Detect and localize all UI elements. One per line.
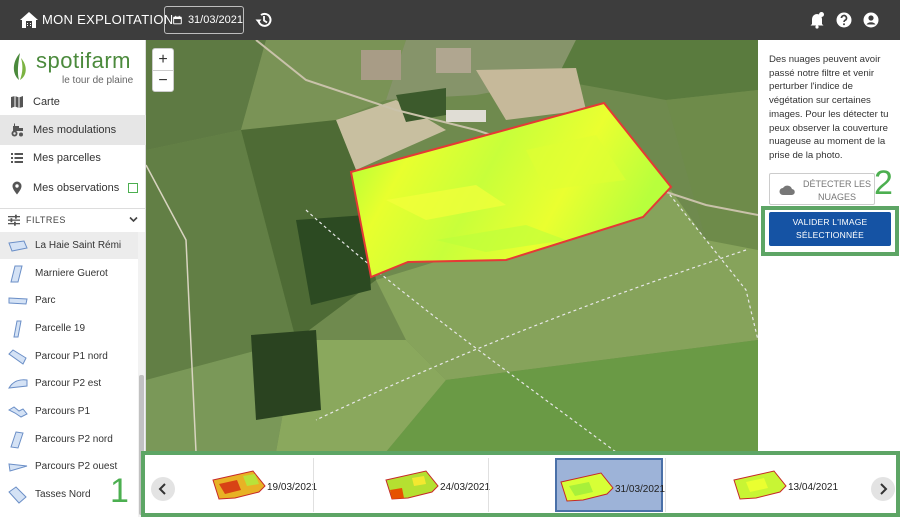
nav-label: Mes parcelles: [33, 152, 101, 164]
nav-item-carte[interactable]: Carte: [0, 87, 146, 117]
annotation-marker-2: 2: [874, 164, 893, 202]
sidebar: spotifarm le tour de plaine Carte Mes mo…: [0, 40, 146, 517]
detect-clouds-label: DÉTECTER LES NUAGES: [800, 178, 874, 204]
detect-clouds-button[interactable]: DÉTECTER LES NUAGES: [769, 173, 875, 205]
annotation-marker-1: 1: [110, 472, 129, 510]
parcel-name: La Haie Saint Rémi: [35, 240, 122, 251]
top-bar: MON EXPLOITATION 31/03/2021: [0, 0, 900, 40]
parcel-name: Parcours P2 nord: [35, 434, 113, 445]
filters-label: FILTRES: [26, 214, 66, 225]
satellite-imagery: [146, 40, 758, 452]
map-zoom-control: + −: [152, 48, 174, 92]
timeline-thumbnail[interactable]: 13/04/2021: [730, 458, 838, 512]
zoom-out-button[interactable]: −: [153, 70, 173, 91]
farm-title[interactable]: MON EXPLOITATION: [42, 12, 173, 27]
farm-home-icon[interactable]: [18, 9, 40, 31]
detect-clouds-line-2: NUAGES: [817, 192, 856, 202]
parcel-shape-icon: [8, 348, 27, 365]
parcel-name: Parcour P1 nord: [35, 351, 108, 362]
observations-checkbox[interactable]: [128, 183, 138, 193]
tractor-icon: [11, 123, 23, 137]
leaf-icon: [13, 53, 26, 80]
detect-clouds-line-1: DÉTECTER LES: [802, 179, 871, 189]
parcel-shape-icon: [10, 430, 24, 449]
parcel-name: Parcour P2 est: [35, 378, 102, 389]
thumbnail-separator: [665, 458, 666, 512]
thumbnail-separator: [313, 458, 314, 512]
validate-line-2: SÉLECTIONNÉE: [795, 230, 865, 240]
logo-tagline: le tour de plaine: [62, 75, 134, 86]
account-icon[interactable]: [862, 11, 880, 29]
filters-header[interactable]: FILTRES: [0, 208, 146, 230]
map-icon: [11, 96, 23, 108]
timeline-thumbnail[interactable]: 24/03/2021: [382, 458, 490, 512]
thumbnail-date: 13/04/2021: [788, 482, 839, 493]
field-thumbnail-image: [385, 470, 439, 500]
parcel-shape-icon: [13, 320, 22, 337]
chevron-right-icon: [880, 483, 888, 495]
zoom-in-button[interactable]: +: [153, 49, 173, 70]
timeline-thumbnail[interactable]: 19/03/2021: [209, 458, 317, 512]
nav-item-mes-parcelles[interactable]: Mes parcelles: [0, 143, 146, 173]
notification-bell-icon[interactable]: [808, 11, 826, 29]
parcel-item[interactable]: Parcour P1 nord: [0, 343, 138, 370]
thumbnail-separator: [488, 458, 489, 512]
thumbnail-date: 19/03/2021: [267, 482, 318, 493]
timeline-next-button[interactable]: [871, 477, 895, 501]
parcel-item[interactable]: Parcelle 19: [0, 315, 138, 342]
parcel-name: Parcelle 19: [35, 323, 86, 334]
parcel-shape-icon: [8, 378, 28, 389]
field-thumbnail-image: [733, 470, 787, 500]
timeline-thumbnail-selected[interactable]: 31/03/2021: [555, 458, 666, 512]
logo-wordmark: spotifarm: [36, 48, 131, 73]
parcel-item[interactable]: Parc: [0, 287, 138, 314]
spotifarm-logo[interactable]: spotifarm le tour de plaine: [10, 48, 140, 92]
nav-label: Mes modulations: [33, 124, 117, 136]
parcel-shape-icon: [8, 405, 28, 418]
nav-item-mes-observations[interactable]: Mes observations: [0, 173, 146, 203]
cloud-icon: [779, 185, 795, 196]
parcel-shape-icon: [8, 462, 28, 472]
cloud-info-text: Des nuages peuvent avoir passé notre fil…: [769, 54, 889, 161]
chevron-down-icon[interactable]: [129, 216, 138, 223]
thumbnail-date: 31/03/2021: [615, 484, 666, 495]
field-thumbnail-image: [560, 472, 614, 502]
history-icon[interactable]: [254, 10, 274, 30]
parcel-shape-icon: [10, 265, 23, 282]
list-icon: [11, 153, 23, 163]
parcel-name: Parcours P1: [35, 406, 91, 417]
chevron-left-icon: [158, 483, 166, 495]
app-root: MON EXPLOITATION 31/03/2021 spotifarm le…: [0, 0, 900, 517]
parcel-shape-icon: [8, 239, 28, 252]
parcel-name: Tasses Nord: [35, 489, 91, 500]
nav-label: Mes observations: [33, 182, 120, 194]
parcel-item[interactable]: Marniere Guerot: [0, 260, 138, 287]
pin-icon: [12, 181, 22, 195]
filter-sliders-icon: [8, 214, 20, 226]
parcel-shape-icon: [8, 296, 28, 305]
calendar-icon: [173, 15, 182, 25]
field-thumbnail-image: [212, 470, 266, 500]
parcel-item[interactable]: Parcour P2 est: [0, 370, 138, 397]
validate-line-1: VALIDER L'IMAGE: [792, 217, 868, 227]
timeline-prev-button[interactable]: [151, 477, 175, 501]
timeline-thumbnails: 19/03/2021 24/03/2021 31/03/2021 13/04/2…: [209, 458, 865, 512]
parcel-item[interactable]: Parcours P2 nord: [0, 426, 138, 453]
parcel-item[interactable]: La Haie Saint Rémi: [0, 232, 138, 259]
help-icon[interactable]: [835, 11, 853, 29]
parcel-name: Parcours P2 ouest: [35, 461, 118, 472]
selected-date: 31/03/2021: [187, 14, 243, 26]
thumbnail-date: 24/03/2021: [440, 482, 491, 493]
nav-label: Carte: [33, 96, 60, 108]
nav-item-mes-modulations[interactable]: Mes modulations: [0, 115, 146, 145]
satellite-map[interactable]: [146, 40, 758, 452]
validate-image-button[interactable]: VALIDER L'IMAGE SÉLECTIONNÉE: [769, 212, 891, 246]
parcel-name: Marniere Guerot: [35, 268, 108, 279]
parcel-name: Parc: [35, 295, 56, 306]
parcel-item[interactable]: Parcours P1: [0, 398, 138, 425]
date-picker-button[interactable]: 31/03/2021: [164, 6, 244, 34]
parcel-shape-icon: [8, 485, 27, 504]
